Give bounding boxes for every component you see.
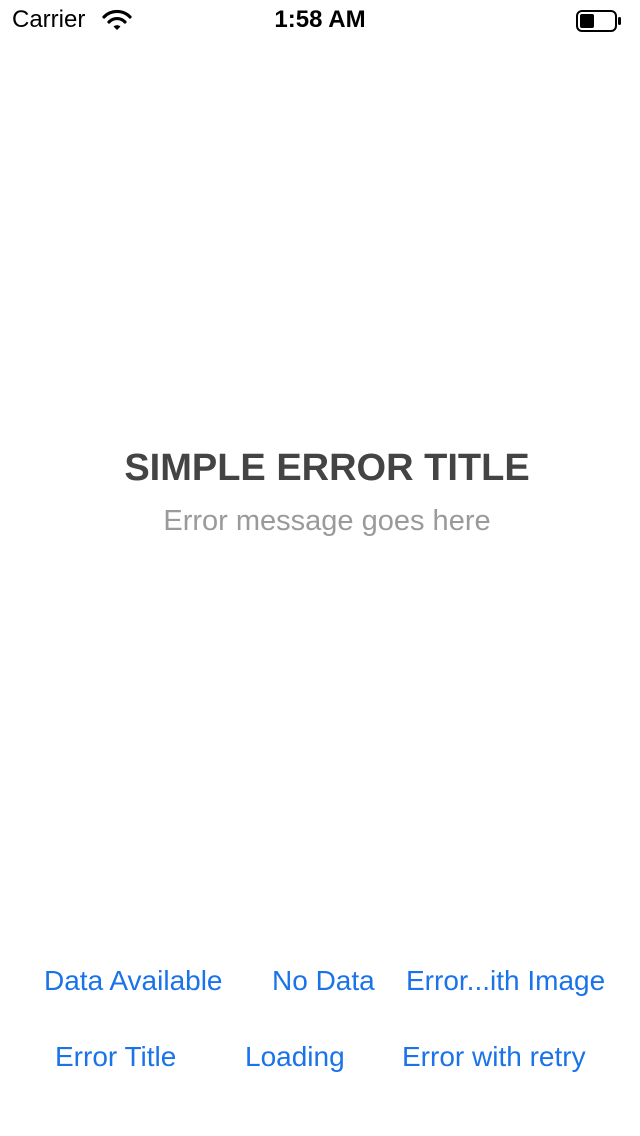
loading-button[interactable]: Loading bbox=[245, 1040, 345, 1074]
battery-icon bbox=[576, 10, 622, 32]
data-available-button[interactable]: Data Available bbox=[44, 964, 223, 998]
error-with-image-button[interactable]: Error...ith Image bbox=[406, 964, 605, 998]
error-view: SIMPLE ERROR TITLE Error message goes he… bbox=[0, 446, 640, 538]
status-bar: Carrier 1:58 AM bbox=[0, 0, 640, 40]
error-title-button[interactable]: Error Title bbox=[55, 1040, 176, 1074]
error-title: SIMPLE ERROR TITLE bbox=[124, 447, 530, 489]
error-with-retry-button[interactable]: Error with retry bbox=[402, 1040, 586, 1074]
status-time: 1:58 AM bbox=[274, 6, 366, 33]
error-message: Error message goes here bbox=[163, 505, 491, 537]
no-data-button[interactable]: No Data bbox=[272, 964, 375, 998]
